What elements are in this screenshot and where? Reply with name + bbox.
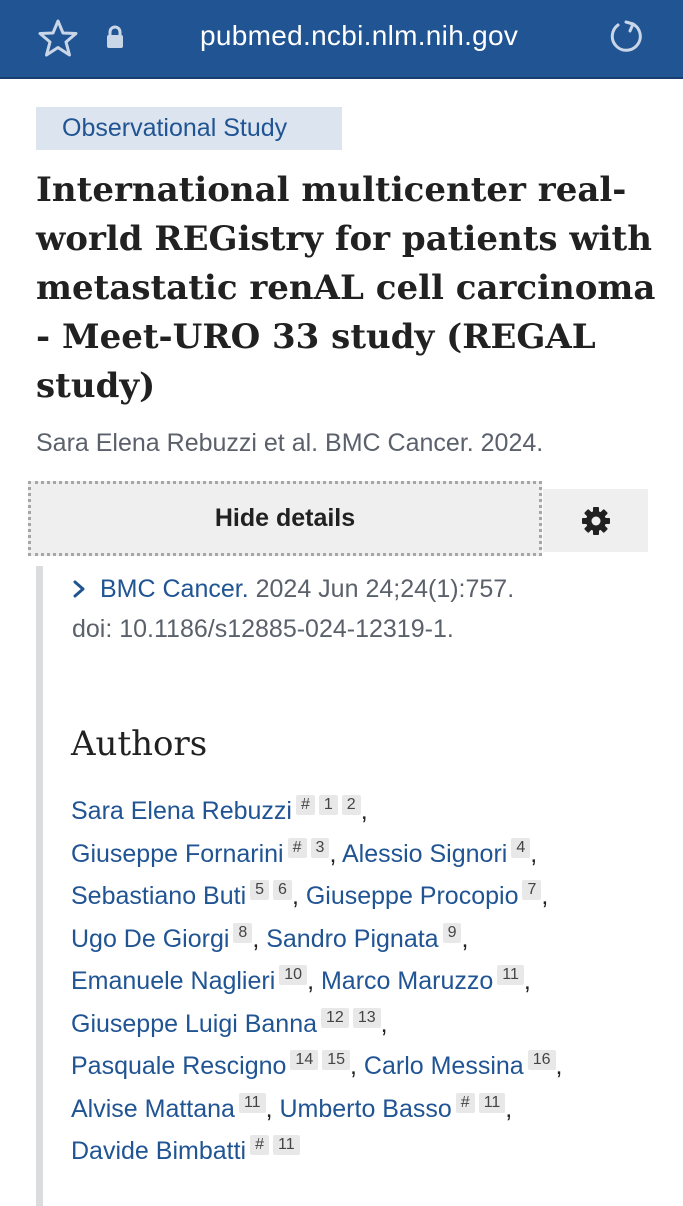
author-link[interactable]: Carlo Messina [364,1052,524,1080]
journal-citation: BMC Cancer. 2024 Jun 24;24(1):757. [72,572,514,606]
journal-link[interactable]: BMC Cancer. [100,575,249,603]
author-separator: , [555,1052,563,1080]
settings-button[interactable] [543,489,648,552]
author-separator: , [265,1094,273,1123]
affiliation-badge[interactable]: 11 [478,1092,506,1113]
article-title: International multicenter real-world REG… [36,170,656,406]
author-line: Ugo De Giorgi 8, Sandro Pignata 9, [71,918,661,961]
author-link[interactable]: Umberto Basso [279,1095,451,1123]
author-link[interactable]: Ugo De Giorgi [71,925,229,953]
author-separator: , [505,1094,513,1123]
author-link[interactable]: Giuseppe Luigi Banna [71,1010,317,1038]
affiliation-badge[interactable]: 13 [352,1007,381,1028]
author-link[interactable]: Sandro Pignata [266,925,438,953]
article-type-badge: Observational Study [36,107,342,150]
author-link[interactable]: Davide Bimbatti [71,1137,246,1165]
url-text[interactable]: pubmed.ncbi.nlm.nih.gov [200,20,518,52]
author-line: Pasquale Rescigno 14 15, Carlo Messina 16, [71,1045,661,1088]
gear-icon [581,506,610,535]
reload-icon[interactable] [606,17,646,57]
affiliation-badge[interactable]: 12 [321,1007,349,1028]
details-rule [36,566,43,1206]
author-line: Alvise Mattana 11, Umberto Basso #11, [71,1088,661,1131]
author-link[interactable]: Pasquale Rescigno [71,1052,286,1080]
author-separator: , [541,882,549,910]
author-separator: , [291,882,299,910]
author-separator: , [380,1009,388,1038]
author-link[interactable]: Alvise Mattana [71,1095,235,1123]
authors-heading: Authors [71,724,208,764]
author-line: Sebastiano Buti 5 6, Giuseppe Procopio 7, [71,875,661,918]
lock-icon [107,25,123,48]
author-line: Sara Elena Rebuzzi #1 2, [71,790,661,833]
author-line: Davide Bimbatti #11 [71,1130,661,1173]
equal-contribution-badge[interactable]: # [455,1092,475,1113]
affiliation-badge[interactable]: 3 [310,837,330,858]
affiliation-badge[interactable]: 11 [272,1135,300,1155]
browser-address-bar: pubmed.ncbi.nlm.nih.gov [0,0,683,79]
author-separator: , [360,797,368,825]
author-separator: , [350,1052,357,1080]
author-separator: , [329,839,337,868]
author-link[interactable]: Emanuele Naglieri [71,967,275,995]
affiliation-badge[interactable]: 11 [238,1092,266,1113]
equal-contribution-badge[interactable]: # [295,795,315,815]
hide-details-button[interactable]: Hide details [28,481,542,556]
equal-contribution-badge[interactable]: # [287,837,307,858]
equal-contribution-badge[interactable]: # [250,1135,269,1155]
author-link[interactable]: Marco Maruzzo [321,967,493,995]
author-line: Giuseppe Luigi Banna 12 13, [71,1003,661,1046]
author-link[interactable]: Sara Elena Rebuzzi [71,797,292,825]
affiliation-badge[interactable]: 15 [322,1050,351,1070]
author-separator: , [523,967,531,995]
author-link[interactable]: Giuseppe Fornarini [71,840,284,868]
author-separator: , [307,967,315,995]
affiliation-badge[interactable]: 14 [290,1050,319,1070]
author-link[interactable]: Alessio Signori [342,840,507,868]
affiliation-badge[interactable]: 6 [273,880,292,900]
author-link[interactable]: Giuseppe Procopio [306,882,519,910]
affiliation-badge[interactable]: 10 [279,965,308,985]
author-line: Giuseppe Fornarini #3, Alessio Signori 4, [71,833,661,876]
affiliation-badge[interactable]: 11 [497,965,524,985]
author-separator: , [530,839,538,868]
authors-list: Sara Elena Rebuzzi #1 2, Giuseppe Fornarini… [71,790,661,1173]
doi-text: doi: 10.1186/s12885-024-12319-1. [72,615,454,643]
star-icon[interactable] [38,18,78,58]
short-citation: Sara Elena Rebuzzi et al. BMC Cancer. 20… [36,429,544,457]
author-separator: , [461,924,469,953]
affiliation-badge[interactable]: 8 [233,922,253,943]
affiliation-badge[interactable]: 16 [527,1050,556,1070]
author-separator: , [252,924,260,953]
author-link[interactable]: Sebastiano Buti [71,882,246,910]
affiliation-badge[interactable]: 1 [318,795,338,815]
chevron-right-icon[interactable] [72,579,86,599]
affiliation-badge[interactable]: 9 [442,922,462,943]
affiliation-badge[interactable]: 5 [250,880,270,900]
affiliation-badge[interactable]: 7 [522,880,542,900]
author-line: Emanuele Naglieri 10, Marco Maruzzo 11, [71,960,661,1003]
citation-text: 2024 Jun 24;24(1):757. [255,575,515,603]
affiliation-badge[interactable]: 4 [511,837,531,858]
affiliation-badge[interactable]: 2 [341,795,361,815]
